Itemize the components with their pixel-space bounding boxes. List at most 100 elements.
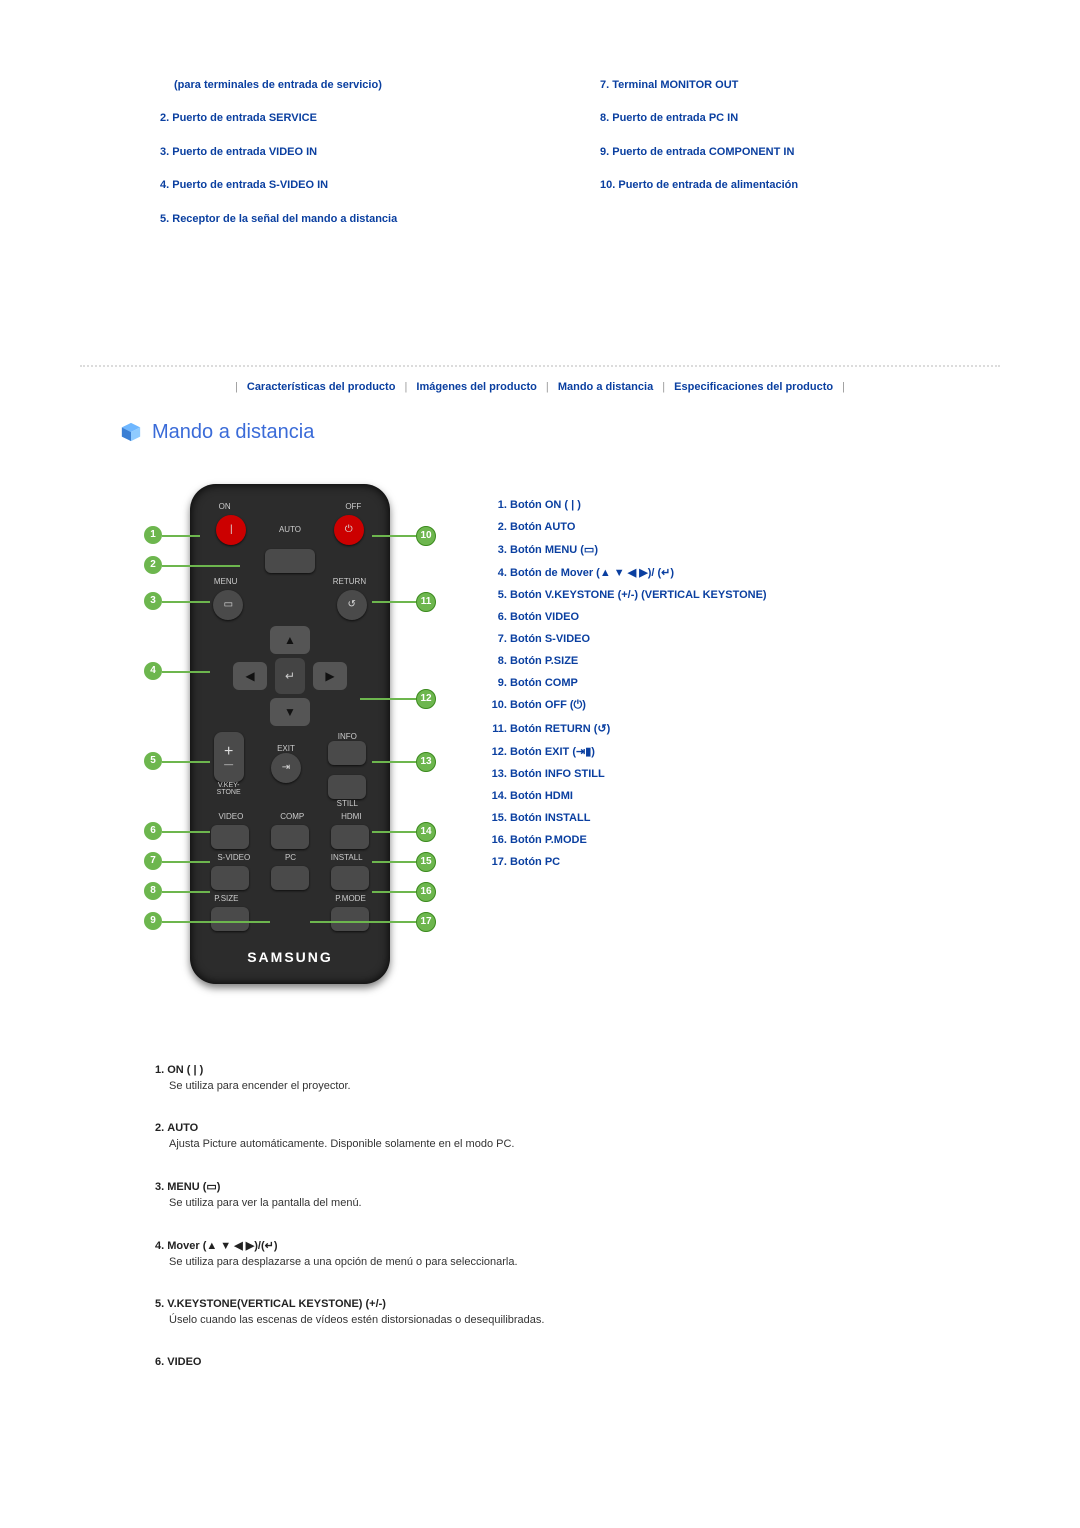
- port-item: 5. Receptor de la señal del mando a dist…: [160, 212, 560, 227]
- subnav: | Características del producto | Imágene…: [80, 365, 1000, 393]
- label-exit: EXIT: [271, 744, 301, 753]
- label-on: ON: [219, 502, 231, 511]
- psize-button[interactable]: [211, 907, 249, 931]
- callout-8: 8: [144, 882, 162, 900]
- callout-16: 16: [416, 882, 436, 902]
- legend-item: Botón MENU (▭): [510, 543, 767, 556]
- label-auto: AUTO: [279, 525, 301, 534]
- port-item: 3. Puerto de entrada VIDEO IN: [160, 145, 560, 160]
- nav-link-features[interactable]: Características del producto: [247, 381, 396, 393]
- nav-link-specs[interactable]: Especificaciones del producto: [674, 381, 833, 393]
- label-pmode: P.MODE: [335, 894, 366, 903]
- dpad-right[interactable]: ▶: [313, 662, 347, 690]
- callout-10: 10: [416, 526, 436, 546]
- install-button[interactable]: [331, 866, 369, 890]
- detail-item: 1. ON ( | ) Se utiliza para encender el …: [155, 1064, 875, 1092]
- legend-item: Botón COMP: [510, 677, 767, 689]
- port-item: (para terminales de entrada de servicio): [160, 78, 560, 93]
- enter-icon: ↵: [285, 669, 295, 683]
- label-info: INFO: [328, 732, 366, 741]
- detail-item: 6. VIDEO: [155, 1356, 875, 1368]
- section-cube-icon: [120, 421, 142, 443]
- info-button[interactable]: [328, 741, 366, 765]
- exit-button[interactable]: ⇥: [271, 753, 301, 783]
- legend-item: Botón OFF (⏻): [510, 699, 767, 712]
- dpad-left[interactable]: ◀: [233, 662, 267, 690]
- legend-item: Botón PC: [510, 856, 767, 868]
- label-comp: COMP: [280, 812, 304, 821]
- callout-12: 12: [416, 689, 436, 709]
- still-button[interactable]: [328, 775, 366, 799]
- callout-13: 13: [416, 752, 436, 772]
- port-item: 10. Puerto de entrada de alimentación: [600, 178, 1000, 193]
- ports-list: (para terminales de entrada de servicio)…: [160, 60, 1000, 245]
- callout-3: 3: [144, 592, 162, 610]
- off-button[interactable]: ⏻: [334, 515, 364, 545]
- detail-item: 5. V.KEYSTONE(VERTICAL KEYSTONE) (+/-) Ú…: [155, 1298, 875, 1326]
- callout-6: 6: [144, 822, 162, 840]
- detail-item: 4. Mover (▲ ▼ ◀ ▶)/(↵) Se utiliza para d…: [155, 1239, 875, 1268]
- callout-9: 9: [144, 912, 162, 930]
- legend-item: Botón EXIT (⇥▮): [510, 745, 767, 758]
- callout-5: 5: [144, 752, 162, 770]
- callout-2: 2: [144, 556, 162, 574]
- label-hdmi: HDMI: [341, 812, 361, 821]
- detail-item: 3. MENU (▭) Se utiliza para ver la panta…: [155, 1180, 875, 1209]
- video-button[interactable]: [211, 825, 249, 849]
- label-psize: P.SIZE: [214, 894, 238, 903]
- remote-body: ON OFF | AUTO ⏻ MENU RETURN ▭: [190, 484, 390, 984]
- label-pc: PC: [285, 853, 296, 862]
- return-icon: ↺: [347, 599, 355, 610]
- pmode-button[interactable]: [331, 907, 369, 931]
- port-item: 9. Puerto de entrada COMPONENT IN: [600, 145, 1000, 160]
- legend-item: Botón S-VIDEO: [510, 633, 767, 645]
- dpad-up[interactable]: ▲: [270, 626, 310, 654]
- callout-14: 14: [416, 822, 436, 842]
- callout-7: 7: [144, 852, 162, 870]
- on-button[interactable]: |: [216, 515, 246, 545]
- power-off-icon: ⏻: [345, 524, 353, 535]
- auto-button[interactable]: [265, 549, 315, 573]
- ports-right-column: 7. Terminal MONITOR OUT 8. Puerto de ent…: [600, 60, 1000, 245]
- dpad-enter[interactable]: ↵: [275, 658, 305, 694]
- label-vkeystone: V.KEY- STONE: [214, 782, 244, 796]
- legend-item: Botón V.KEYSTONE (+/-) (VERTICAL KEYSTON…: [510, 589, 767, 601]
- legend-item: Botón P.SIZE: [510, 655, 767, 667]
- label-svideo: S-VIDEO: [217, 853, 250, 862]
- legend-item: Botón de Mover (▲ ▼ ◀ ▶)/ (↵): [510, 566, 767, 579]
- hdmi-button[interactable]: [331, 825, 369, 849]
- return-button[interactable]: ↺: [337, 590, 367, 620]
- legend-item: Botón INFO STILL: [510, 768, 767, 780]
- label-menu: MENU: [214, 577, 238, 586]
- callout-17: 17: [416, 912, 436, 932]
- legend-item: Botón P.MODE: [510, 834, 767, 846]
- vkeystone-button[interactable]: +—: [214, 732, 244, 782]
- pc-button[interactable]: [271, 866, 309, 890]
- comp-button[interactable]: [271, 825, 309, 849]
- port-item: 7. Terminal MONITOR OUT: [600, 78, 1000, 93]
- dpad-down[interactable]: ▼: [270, 698, 310, 726]
- dpad: ▲ ▼ ◀ ▶ ↵: [225, 626, 355, 726]
- label-video: VIDEO: [218, 812, 243, 821]
- svideo-button[interactable]: [211, 866, 249, 890]
- nav-link-images[interactable]: Imágenes del producto: [416, 381, 536, 393]
- exit-icon: ⇥: [282, 762, 290, 773]
- menu-button[interactable]: ▭: [213, 590, 243, 620]
- callout-11: 11: [416, 592, 436, 612]
- callout-4: 4: [144, 662, 162, 680]
- remote-diagram: ON OFF | AUTO ⏻ MENU RETURN ▭: [140, 484, 440, 1004]
- legend-item: Botón HDMI: [510, 790, 767, 802]
- detail-item: 2. AUTO Ajusta Picture automáticamente. …: [155, 1122, 875, 1150]
- brand-logo: SAMSUNG: [200, 949, 380, 965]
- nav-link-remote[interactable]: Mando a distancia: [558, 381, 653, 393]
- legend-item: Botón RETURN (↺): [510, 722, 767, 735]
- ports-left-column: (para terminales de entrada de servicio)…: [160, 60, 560, 245]
- label-install: INSTALL: [331, 853, 363, 862]
- callout-1: 1: [144, 526, 162, 544]
- legend-item: Botón INSTALL: [510, 812, 767, 824]
- port-item: 4. Puerto de entrada S-VIDEO IN: [160, 178, 560, 193]
- port-item: 2. Puerto de entrada SERVICE: [160, 111, 560, 126]
- legend-item: Botón ON ( | ): [510, 499, 767, 511]
- port-item: 8. Puerto de entrada PC IN: [600, 111, 1000, 126]
- menu-icon: ▭: [224, 599, 233, 610]
